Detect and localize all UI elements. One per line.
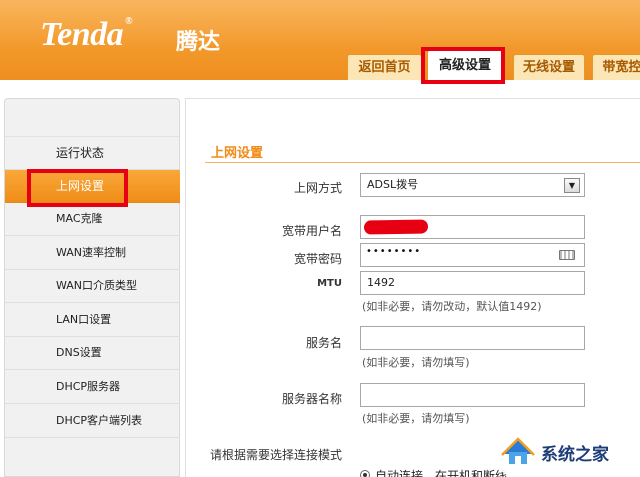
sidebar-item-wan-speed[interactable]: WAN速率控制 [5, 237, 180, 270]
connection-type-value: ADSL拨号 [367, 178, 419, 191]
redaction-mark [363, 219, 429, 235]
server-name-input[interactable] [360, 383, 585, 407]
username-label: 宽带用户名 [281, 224, 342, 238]
sidebar-item-wan-media[interactable]: WAN口介质类型 [5, 270, 180, 303]
server-name-hint: (如非必要，请勿填写) [362, 412, 470, 425]
tenda-logo-cn: 腾达 [176, 30, 221, 55]
tab-wireless-settings[interactable]: 无线设置 [513, 54, 585, 80]
tab-home[interactable]: 返回首页 [347, 54, 422, 80]
sidebar-item-mac-clone[interactable]: MAC克隆 [5, 203, 180, 236]
sidebar-item-dhcp-server[interactable]: DHCP服务器 [5, 371, 180, 404]
section-divider [205, 162, 640, 163]
section-title: 上网设置 [211, 146, 264, 161]
password-value: •••••••• [366, 246, 422, 257]
auto-connect-label: 自动连接，在开机和断线 [375, 469, 508, 477]
tab-bandwidth-control[interactable]: 带宽控 [592, 54, 640, 80]
chevron-down-icon[interactable]: ▼ [564, 178, 580, 193]
sidebar-item-dns-settings[interactable]: DNS设置 [5, 337, 180, 370]
server-name-label: 服务器名称 [281, 392, 342, 406]
sidebar-header [5, 99, 179, 137]
service-name-hint: (如非必要，请勿填写) [362, 356, 470, 369]
service-name-label: 服务名 [305, 336, 342, 350]
sidebar-highlight-box [27, 169, 128, 207]
auto-connect-radio[interactable] [360, 470, 370, 477]
tenda-logo: Tenda ® [40, 16, 133, 53]
connection-type-label: 上网方式 [293, 181, 342, 195]
password-label: 宽带密码 [293, 252, 342, 266]
sidebar-item-dhcp-clients[interactable]: DHCP客户端列表 [5, 405, 180, 438]
watermark-text: 系统之家 [541, 445, 609, 465]
mtu-label: MTU [317, 278, 342, 289]
connect-mode-label: 请根据需要选择连接模式 [210, 448, 343, 462]
mtu-hint: (如非必要，请勿改动，默认值1492) [362, 300, 542, 313]
mtu-input[interactable]: 1492 [360, 271, 585, 295]
tab-highlight-box [421, 47, 505, 84]
sidebar-item-lan-settings[interactable]: LAN口设置 [5, 304, 180, 337]
service-name-input[interactable] [360, 326, 585, 350]
registered-mark: ® [125, 16, 133, 27]
sidebar-item-status[interactable]: 运行状态 [5, 137, 180, 170]
connection-type-select[interactable]: ADSL拨号 ▼ [360, 173, 585, 197]
sidebar: 运行状态 上网设置 MAC克隆 WAN速率控制 WAN口介质类型 LAN口设置 … [4, 98, 180, 477]
watermark-logo-icon [501, 437, 535, 464]
keyboard-icon[interactable] [559, 250, 575, 260]
